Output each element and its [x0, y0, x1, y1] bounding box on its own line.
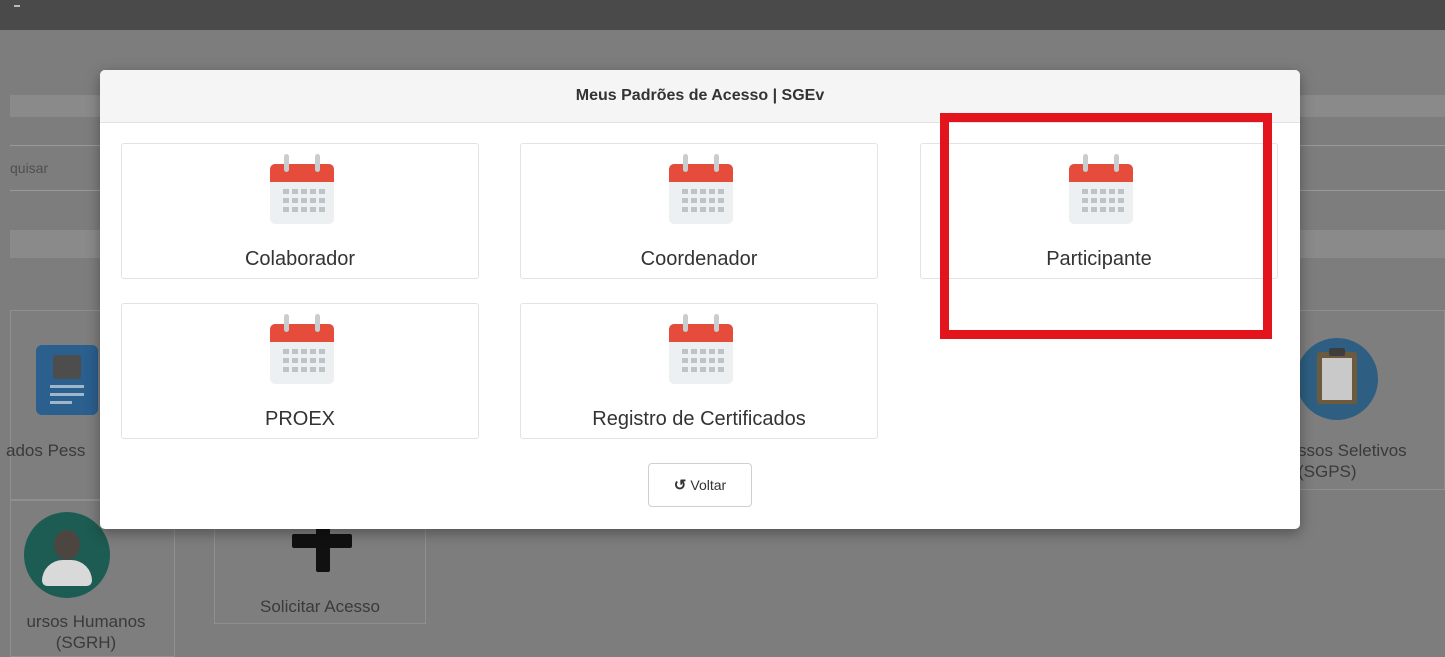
- id-card-icon: [36, 345, 98, 415]
- app-label-dados-pessoais: ados Pess: [6, 441, 86, 460]
- access-profile-modal: Meus Padrões de Acesso | SGEv Colaborado…: [100, 70, 1300, 529]
- top-bar: [0, 0, 1445, 30]
- app-label-processos-seletivos: ssos Seletivos (SGPS): [1298, 441, 1407, 481]
- calendar-icon: [669, 154, 733, 224]
- calendar-icon: [1069, 154, 1133, 224]
- option-label: PROEX: [264, 408, 336, 430]
- undo-icon: ↺: [673, 477, 687, 494]
- option-colaborador[interactable]: Colaborador: [121, 143, 479, 279]
- option-label: Coordenador: [640, 248, 758, 270]
- back-button-label: Voltar: [690, 477, 727, 493]
- person-icon: [24, 512, 110, 598]
- background-search-input[interactable]: quisar: [10, 147, 100, 189]
- option-label: Participante: [1046, 248, 1152, 270]
- calendar-icon: [270, 314, 334, 384]
- option-label: Colaborador: [244, 248, 356, 270]
- option-participante[interactable]: Participante: [920, 143, 1278, 279]
- app-label-solicitar-acesso: Solicitar Acesso: [260, 597, 380, 616]
- option-label: Registro de Certificados: [592, 408, 806, 430]
- clipboard-icon: [1296, 338, 1378, 420]
- back-button[interactable]: ↺ Voltar: [648, 463, 752, 507]
- calendar-icon: [270, 154, 334, 224]
- modal-title: Meus Padrões de Acesso | SGEv: [100, 70, 1300, 123]
- option-coordenador[interactable]: Coordenador: [520, 143, 878, 279]
- calendar-icon: [669, 314, 733, 384]
- option-proex[interactable]: PROEX: [121, 303, 479, 439]
- option-registro-de-certificados[interactable]: Registro de Certificados: [520, 303, 878, 439]
- app-label-recursos-humanos: ursos Humanos (SGRH): [26, 612, 146, 652]
